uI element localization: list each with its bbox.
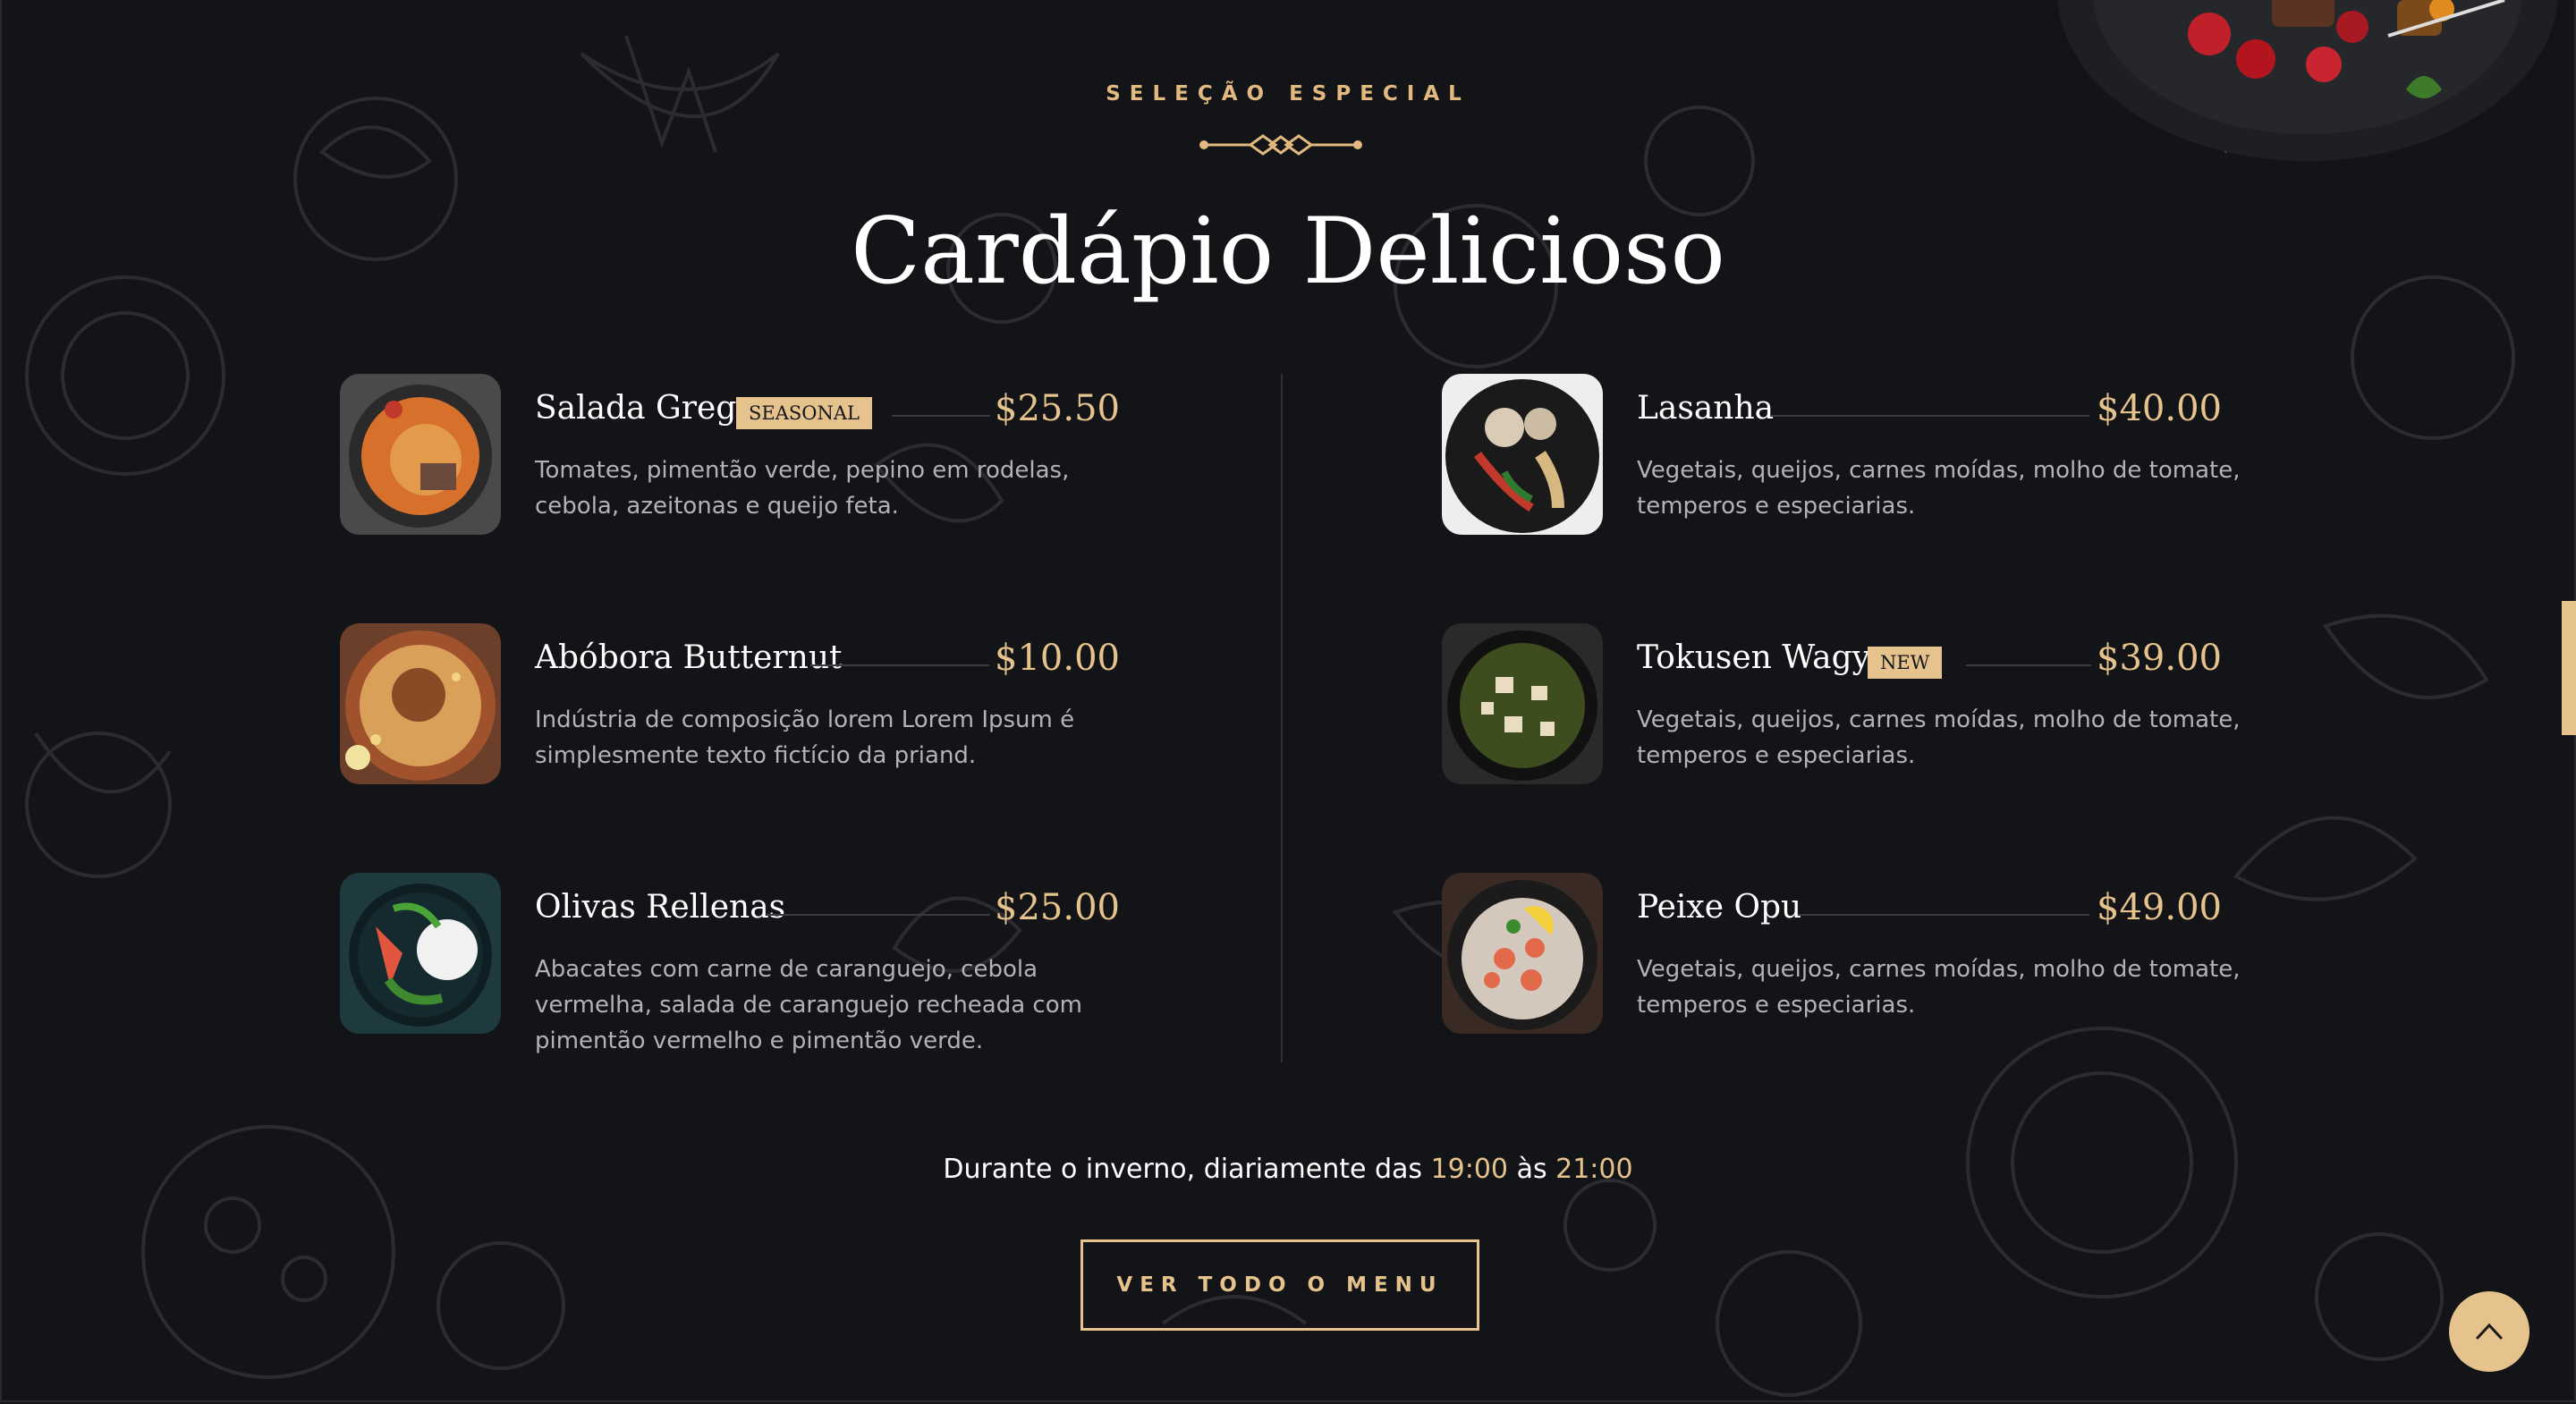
item-price: $39.00 bbox=[2097, 638, 2222, 679]
dish-image bbox=[340, 873, 501, 1034]
item-name: Tokusen Wagyu bbox=[1637, 639, 1892, 676]
item-price: $10.00 bbox=[995, 638, 1120, 679]
item-leader-line bbox=[810, 664, 989, 666]
dish-image bbox=[340, 374, 501, 535]
section-eyebrow: SELEÇÃO ESPECIAL bbox=[1106, 82, 1470, 106]
featured-dish-image bbox=[2057, 0, 2558, 161]
back-to-top-button[interactable] bbox=[2449, 1291, 2529, 1372]
dish-image bbox=[1442, 873, 1603, 1034]
item-leader-line bbox=[892, 415, 990, 417]
menu-item[interactable]: Tokusen Wagyu NEW $39.00 Vegetais, queij… bbox=[1442, 623, 2241, 829]
menu-item[interactable]: Olivas Rellenas $25.00 Abacates com carn… bbox=[340, 873, 1120, 1078]
seasonal-badge: SEASONAL bbox=[736, 397, 872, 429]
chevron-up-icon bbox=[2476, 1323, 2503, 1340]
item-description: Abacates com carne de caranguejo, cebola… bbox=[535, 956, 1082, 1054]
item-name: Lasanha bbox=[1637, 390, 1775, 427]
hours-prefix: Durante o inverno, diariamente das bbox=[943, 1154, 1431, 1185]
menu-item[interactable]: Peixe Opu $49.00 Vegetais, queijos, carn… bbox=[1442, 873, 2241, 1078]
item-leader-line bbox=[767, 914, 990, 916]
item-description: Indústria de composição lorem Lorem Ipsu… bbox=[535, 706, 1075, 769]
item-leader-line bbox=[1966, 664, 2091, 666]
item-name: Salada Grega bbox=[535, 390, 756, 427]
item-description: Vegetais, queijos, carnes moídas, molho … bbox=[1637, 956, 2241, 1019]
dish-image bbox=[340, 623, 501, 784]
view-full-menu-button[interactable]: VER TODO O MENU bbox=[1080, 1239, 1479, 1331]
hours-open: 19:00 bbox=[1430, 1154, 1509, 1185]
item-name: Olivas Rellenas bbox=[535, 889, 786, 926]
dish-image bbox=[1442, 374, 1603, 535]
item-price: $25.50 bbox=[995, 388, 1120, 429]
column-divider bbox=[1281, 374, 1283, 1062]
item-price: $49.00 bbox=[2097, 887, 2222, 928]
side-scroll-indicator[interactable] bbox=[2562, 601, 2576, 735]
opening-hours: Durante o inverno, diariamente das 19:00… bbox=[0, 1154, 2576, 1185]
item-leader-line bbox=[1771, 415, 2089, 417]
item-description: Vegetais, queijos, carnes moídas, molho … bbox=[1637, 706, 2241, 769]
hours-close: 21:00 bbox=[1555, 1154, 1633, 1185]
item-price: $25.00 bbox=[995, 887, 1120, 928]
hours-middle: às bbox=[1508, 1154, 1556, 1185]
item-name: Peixe Opu bbox=[1637, 889, 1802, 926]
menu-item[interactable]: Abóbora Butternut $10.00 Indústria de co… bbox=[340, 623, 1120, 829]
menu-item[interactable]: Salada Grega SEASONAL $25.50 Tomates, pi… bbox=[340, 374, 1120, 579]
menu-item[interactable]: Lasanha $40.00 Vegetais, queijos, carnes… bbox=[1442, 374, 2241, 579]
new-badge: NEW bbox=[1868, 647, 1943, 679]
item-price: $40.00 bbox=[2097, 388, 2222, 429]
item-description: Tomates, pimentão verde, pepino em rodel… bbox=[535, 457, 1070, 520]
item-leader-line bbox=[1798, 914, 2089, 916]
item-description: Vegetais, queijos, carnes moídas, molho … bbox=[1637, 457, 2241, 520]
ornament-divider-icon bbox=[1199, 134, 1362, 156]
item-name: Abóbora Butternut bbox=[535, 639, 843, 676]
section-title: Cardápio Delicioso bbox=[851, 199, 1725, 305]
dish-image bbox=[1442, 623, 1603, 784]
